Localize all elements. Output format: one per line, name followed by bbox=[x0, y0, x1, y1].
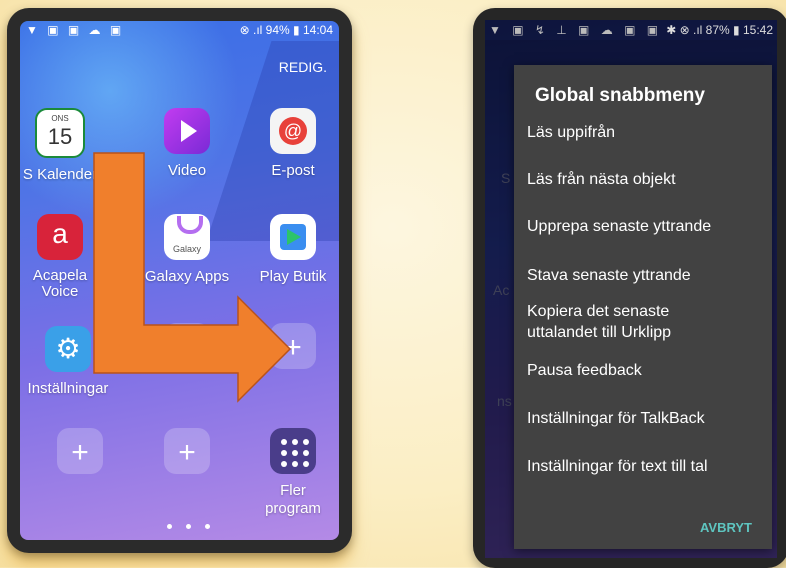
menu-item-tts-settings[interactable]: Inställningar för text till tal bbox=[527, 456, 708, 477]
notification-icons: ▼ ▣ ↯ ⊥ ▣ ☁ ▣ ▣ bbox=[489, 23, 663, 37]
menu-item-read-from-next[interactable]: Läs från nästa objekt bbox=[527, 169, 676, 190]
cancel-button[interactable]: AVBRYT bbox=[700, 520, 752, 535]
status-right: ✱ ⊗ .ıl 87% ▮ 15:42 bbox=[666, 23, 773, 37]
menu-item-talkback-settings[interactable]: Inställningar för TalkBack bbox=[527, 408, 705, 429]
menu-item-spell-last[interactable]: Stava senaste yttrande bbox=[527, 265, 691, 286]
right-phone: ▼ ▣ ↯ ⊥ ▣ ☁ ▣ ▣ ✱ ⊗ .ıl 87% ▮ 15:42 S Ac… bbox=[473, 8, 786, 568]
global-context-menu: Global snabbmeny Läs uppifrån Läs från n… bbox=[514, 65, 772, 549]
left-phone: ▼ ▣ ▣ ☁ ▣ ⊗ .ıl 94% ▮ 14:04 REDIG. ONS 1… bbox=[7, 8, 352, 553]
home-screen: ▼ ▣ ▣ ☁ ▣ ⊗ .ıl 94% ▮ 14:04 REDIG. ONS 1… bbox=[20, 21, 339, 540]
talkback-screen: ▼ ▣ ↯ ⊥ ▣ ☁ ▣ ▣ ✱ ⊗ .ıl 87% ▮ 15:42 S Ac… bbox=[485, 20, 777, 558]
menu-title: Global snabbmeny bbox=[535, 85, 705, 106]
menu-item-read-from-top[interactable]: Läs uppifrån bbox=[527, 122, 615, 143]
menu-item-copy-last[interactable]: Kopiera det senaste uttalandet till Urkl… bbox=[527, 301, 671, 343]
menu-item-repeat-last[interactable]: Upprepa senaste yttrande bbox=[527, 216, 711, 237]
menu-item-pause-feedback[interactable]: Pausa feedback bbox=[527, 360, 642, 381]
status-bar: ▼ ▣ ↯ ⊥ ▣ ☁ ▣ ▣ ✱ ⊗ .ıl 87% ▮ 15:42 bbox=[485, 20, 777, 40]
orange-arrow-icon bbox=[93, 152, 292, 403]
